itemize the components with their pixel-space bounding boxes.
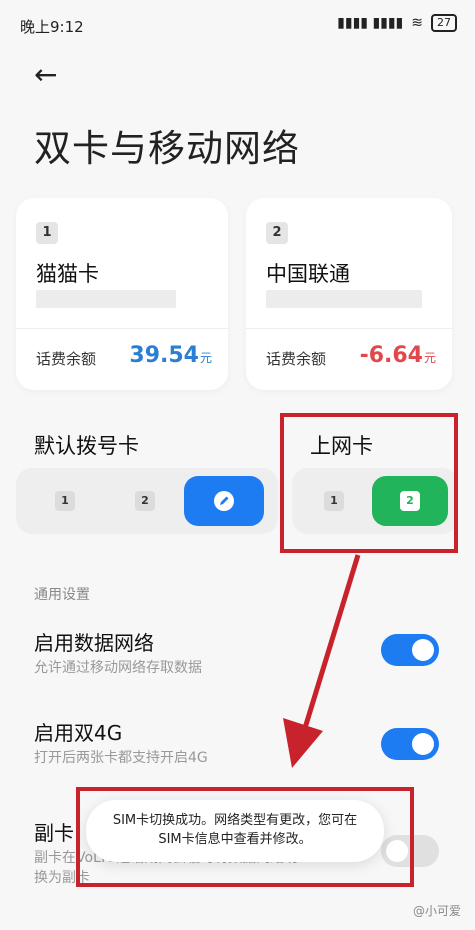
annotation-arrow bbox=[283, 554, 361, 768]
watermark: @小可爱 bbox=[412, 904, 461, 918]
